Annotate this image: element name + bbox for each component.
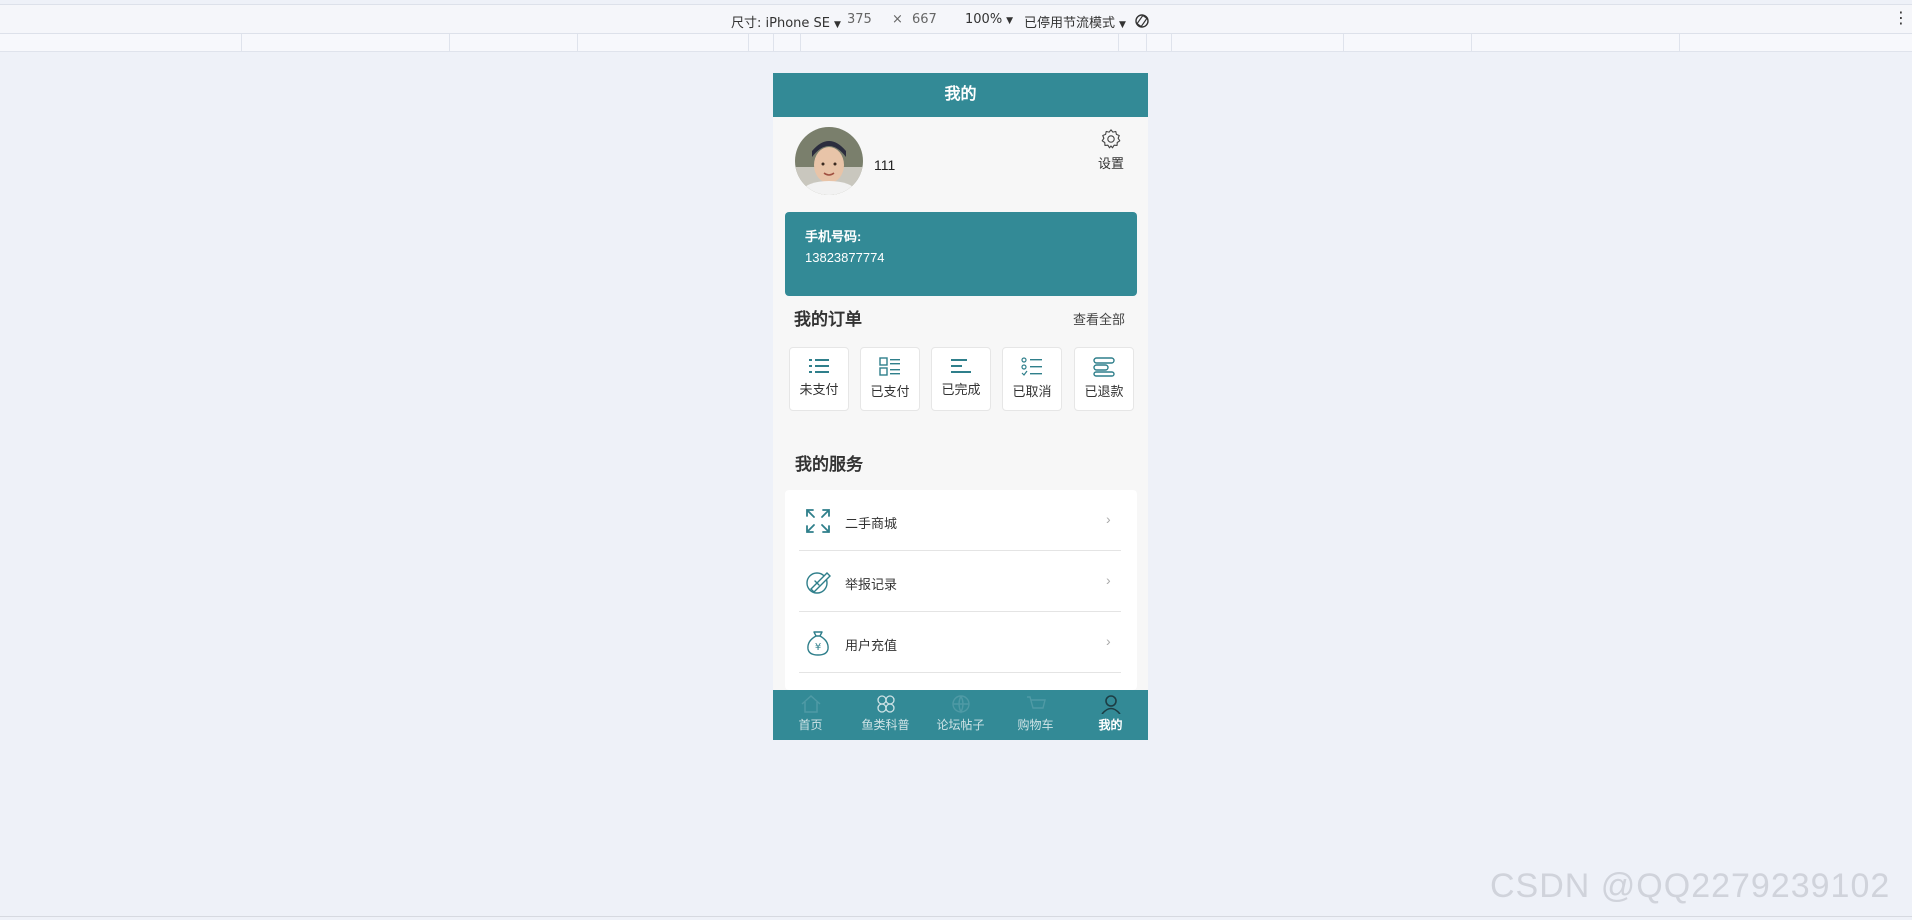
order-tab-completed[interactable]: 已完成 xyxy=(931,347,991,411)
list-icon xyxy=(809,359,829,373)
zoom-label: 100% xyxy=(965,12,1003,27)
order-tab-label: 未支付 xyxy=(799,382,839,397)
services-title: 我的服务 xyxy=(795,455,863,474)
username: 111 xyxy=(874,157,896,173)
caret-down-icon: ▼ xyxy=(1006,16,1014,26)
divider xyxy=(0,916,1912,917)
tab-mine[interactable]: 我的 xyxy=(1073,690,1148,740)
user-icon xyxy=(1100,695,1121,714)
grid-list-icon xyxy=(879,357,900,376)
pen-note-icon xyxy=(806,572,831,594)
order-tab-cancelled[interactable]: 已取消 xyxy=(1002,347,1062,411)
throttle-select[interactable]: 已停用节流模式 ▼ xyxy=(1024,12,1126,31)
devtools-toolbar: 尺寸: iPhone SE ▼ 375 × 667 100% ▼ 已停用节流模式 ▼ … xyxy=(0,4,1912,34)
order-tab-unpaid[interactable]: 未支付 xyxy=(789,347,849,411)
rotate-icon[interactable] xyxy=(1134,13,1150,29)
order-tab-label: 已退款 xyxy=(1084,384,1124,399)
tab-label: 鱼类科普 xyxy=(861,718,910,732)
tab-bar: 首页 鱼类科普 论坛帖子 购物车 我的 xyxy=(773,690,1148,740)
tab-cart[interactable]: 购物车 xyxy=(998,690,1073,740)
service-label: 用户充值 xyxy=(845,638,898,653)
chevron-right-icon: › xyxy=(1106,572,1111,588)
phone-label: 手机号码: xyxy=(805,229,862,244)
phone-viewport: 我的 111 设置 手机号码: 13823877774 我的订单 查看全部 未支… xyxy=(773,73,1148,740)
service-label: 二手商城 xyxy=(845,516,898,531)
tab-fish-science[interactable]: 鱼类科普 xyxy=(848,690,923,740)
caret-down-icon: ▼ xyxy=(834,20,841,30)
order-tab-refunded[interactable]: 已退款 xyxy=(1074,347,1134,411)
tab-label: 我的 xyxy=(1098,718,1123,732)
service-label: 举报记录 xyxy=(845,577,898,592)
nav-bar: 我的 xyxy=(773,73,1148,117)
width-input[interactable]: 375 xyxy=(847,12,872,27)
order-tab-label: 已支付 xyxy=(870,384,910,399)
tab-label: 论坛帖子 xyxy=(936,718,985,732)
page-title: 我的 xyxy=(944,86,977,103)
orders-title: 我的订单 xyxy=(794,310,862,329)
settings-label: 设置 xyxy=(1097,156,1124,171)
order-tab-label: 已完成 xyxy=(941,382,981,397)
caret-down-icon: ▼ xyxy=(1119,20,1126,30)
stack-icon xyxy=(1093,357,1115,377)
height-input[interactable]: 667 xyxy=(912,12,937,27)
phone-card: 手机号码: 13823877774 xyxy=(785,212,1137,296)
times-sign: × xyxy=(892,12,903,27)
gear-icon xyxy=(1101,129,1121,149)
order-tabs: 未支付 已支付 已完成 已取消 已退款 xyxy=(789,347,1135,411)
cart-icon xyxy=(1026,696,1046,709)
device-select-label: 尺寸: iPhone SE xyxy=(731,16,830,31)
throttle-label: 已停用节流模式 xyxy=(1024,16,1116,31)
tab-label: 购物车 xyxy=(1017,718,1054,732)
view-all-orders-link[interactable]: 查看全部 xyxy=(1073,309,1125,328)
avatar-image xyxy=(795,127,863,195)
device-select[interactable]: 尺寸: iPhone SE ▼ xyxy=(731,12,841,31)
settings-button[interactable]: 设置 xyxy=(1091,128,1131,172)
forum-icon xyxy=(951,695,970,714)
profile-header: 111 设置 xyxy=(773,117,1148,211)
checklist-icon xyxy=(1021,357,1042,376)
order-tab-paid[interactable]: 已支付 xyxy=(860,347,920,411)
chevron-right-icon: › xyxy=(1106,511,1111,527)
more-options-icon[interactable]: ⋮ xyxy=(1893,11,1909,27)
avatar[interactable] xyxy=(795,127,863,195)
svg-text:¥: ¥ xyxy=(815,642,821,653)
tab-label: 首页 xyxy=(798,718,823,732)
media-query-ruler xyxy=(0,34,1912,52)
phone-number: 13823877774 xyxy=(805,250,885,265)
order-tab-label: 已取消 xyxy=(1012,384,1052,399)
zoom-select[interactable]: 100% ▼ xyxy=(965,12,1013,27)
service-item-report-records[interactable]: 举报记录 › xyxy=(799,551,1121,612)
tab-home[interactable]: 首页 xyxy=(773,690,848,740)
clover-icon xyxy=(876,695,895,713)
home-icon xyxy=(801,694,820,713)
expand-arrows-icon xyxy=(806,509,830,533)
chevron-right-icon: › xyxy=(1106,633,1111,649)
watermark: CSDN @QQ2279239102 xyxy=(1490,867,1891,905)
tab-forum-posts[interactable]: 论坛帖子 xyxy=(923,690,998,740)
align-left-icon xyxy=(951,359,971,373)
money-bag-icon: ¥ xyxy=(807,631,829,656)
service-list: 二手商城 › 举报记录 › ¥ 用户充值 › xyxy=(785,490,1137,690)
service-item-user-recharge[interactable]: ¥ 用户充值 › xyxy=(799,612,1121,673)
service-item-secondhand-mall[interactable]: 二手商城 › xyxy=(799,490,1121,551)
